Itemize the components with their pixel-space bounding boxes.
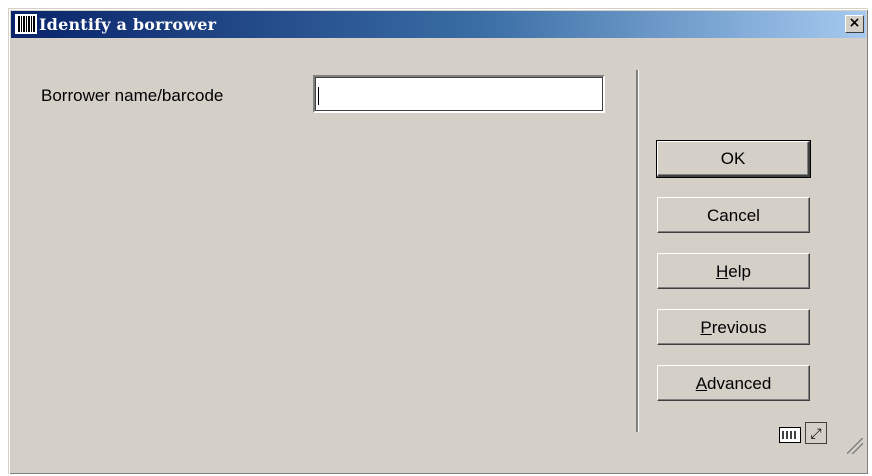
resize-grip-icon[interactable] (847, 438, 863, 454)
close-icon: × (848, 15, 861, 31)
ok-button-label: OK (720, 149, 746, 168)
title-bar[interactable]: Identify a borrower × (11, 11, 866, 38)
help-mnemonic: H (716, 261, 729, 281)
dialog-window: Identify a borrower × Borrower name/barc… (8, 8, 868, 474)
barcode-icon (15, 14, 37, 34)
advanced-button[interactable]: Advanced (657, 365, 810, 401)
borrower-field-label: Borrower name/barcode (41, 86, 224, 105)
ok-button[interactable]: OK (656, 140, 811, 178)
help-button[interactable]: Help (657, 253, 810, 289)
advanced-button-label: dvanced (707, 373, 772, 393)
vertical-separator (636, 70, 639, 432)
advanced-mnemonic: A (695, 373, 708, 393)
close-button[interactable]: × (845, 15, 864, 33)
expand-icon[interactable]: ⤢ (805, 422, 827, 444)
previous-button-label: revious (711, 317, 767, 337)
help-button-label: elp (728, 261, 751, 281)
window-title: Identify a borrower (39, 15, 217, 34)
text-caret (318, 87, 319, 105)
cancel-button[interactable]: Cancel (657, 197, 810, 233)
previous-button[interactable]: Previous (657, 309, 810, 345)
borrower-input[interactable] (313, 75, 605, 113)
previous-mnemonic: P (700, 317, 712, 337)
keyboard-icon[interactable] (779, 427, 801, 443)
cancel-button-label: Cancel (707, 205, 760, 225)
